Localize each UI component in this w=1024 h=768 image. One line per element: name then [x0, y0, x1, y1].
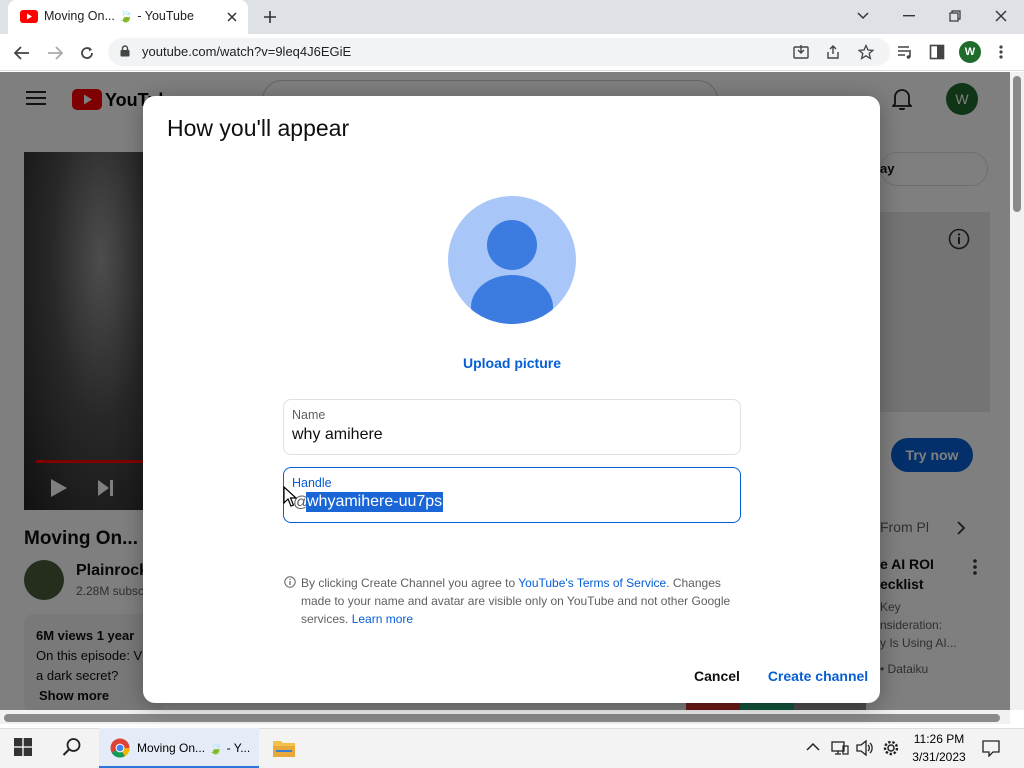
media-queue-icon[interactable]	[897, 44, 913, 60]
youtube-favicon-icon	[20, 10, 38, 24]
terms-text: By clicking Create Channel you agree to …	[301, 574, 741, 628]
upload-picture-link[interactable]: Upload picture	[452, 355, 572, 371]
learn-more-link[interactable]: Learn more	[352, 612, 413, 626]
dialog-title: How you'll appear	[167, 115, 350, 141]
terms-prefix: By clicking Create Channel you agree to	[301, 576, 519, 590]
default-avatar-icon[interactable]	[447, 195, 577, 325]
network-icon[interactable]	[831, 739, 849, 757]
terms-of-service-link[interactable]: YouTube's Terms of Service	[518, 576, 666, 590]
profile-avatar[interactable]: W	[959, 41, 981, 63]
url-text[interactable]: youtube.com/watch?v=9leq4J6EGiE	[142, 44, 351, 59]
more-menu-icon[interactable]	[998, 44, 1004, 60]
lock-icon[interactable]	[120, 45, 130, 57]
reload-icon[interactable]	[75, 41, 99, 65]
tab-close-icon[interactable]	[224, 9, 240, 25]
tab-title: Moving On... 🍃 - YouTube	[44, 9, 194, 23]
minimize-button[interactable]	[895, 4, 923, 28]
horizontal-scrollbar-thumb[interactable]	[4, 714, 1000, 722]
cancel-button[interactable]: Cancel	[688, 664, 746, 688]
name-field-label: Name	[292, 408, 326, 422]
clock-time[interactable]: 11:26 PM	[912, 732, 966, 746]
clock-date[interactable]: 3/31/2023	[912, 750, 966, 764]
share-icon[interactable]	[825, 44, 841, 60]
tab-search-chevron-icon[interactable]	[849, 4, 877, 28]
mouse-cursor-icon	[283, 486, 297, 508]
browser-tab[interactable]: Moving On... 🍃 - YouTube	[8, 0, 248, 34]
settings-gear-icon[interactable]	[882, 739, 900, 757]
side-panel-icon[interactable]	[929, 44, 945, 60]
taskbar-search-icon[interactable]	[62, 737, 82, 757]
close-window-button[interactable]	[987, 4, 1015, 28]
notifications-icon[interactable]	[982, 739, 1000, 757]
show-hidden-icons-icon[interactable]	[806, 739, 820, 755]
install-app-icon[interactable]	[793, 44, 809, 60]
restore-button[interactable]	[941, 4, 969, 28]
vertical-scrollbar-thumb[interactable]	[1013, 76, 1021, 212]
chrome-icon	[110, 738, 130, 758]
handle-input[interactable]: whyamihere-uu7ps	[306, 492, 444, 512]
back-arrow-icon[interactable]	[10, 41, 34, 65]
new-tab-button[interactable]	[258, 6, 282, 28]
create-channel-button[interactable]: Create channel	[762, 664, 874, 688]
info-circle-icon	[284, 576, 296, 588]
volume-icon[interactable]	[856, 739, 874, 757]
bookmark-star-icon[interactable]	[858, 44, 874, 60]
windows-start-icon[interactable]	[14, 738, 32, 756]
name-input[interactable]: why amihere	[292, 426, 383, 444]
forward-arrow-icon[interactable]	[43, 41, 67, 65]
file-explorer-icon[interactable]	[272, 738, 296, 758]
handle-field-label: Handle	[292, 476, 332, 490]
taskbar-chrome-label: Moving On... 🍃 - Y...	[137, 741, 251, 755]
